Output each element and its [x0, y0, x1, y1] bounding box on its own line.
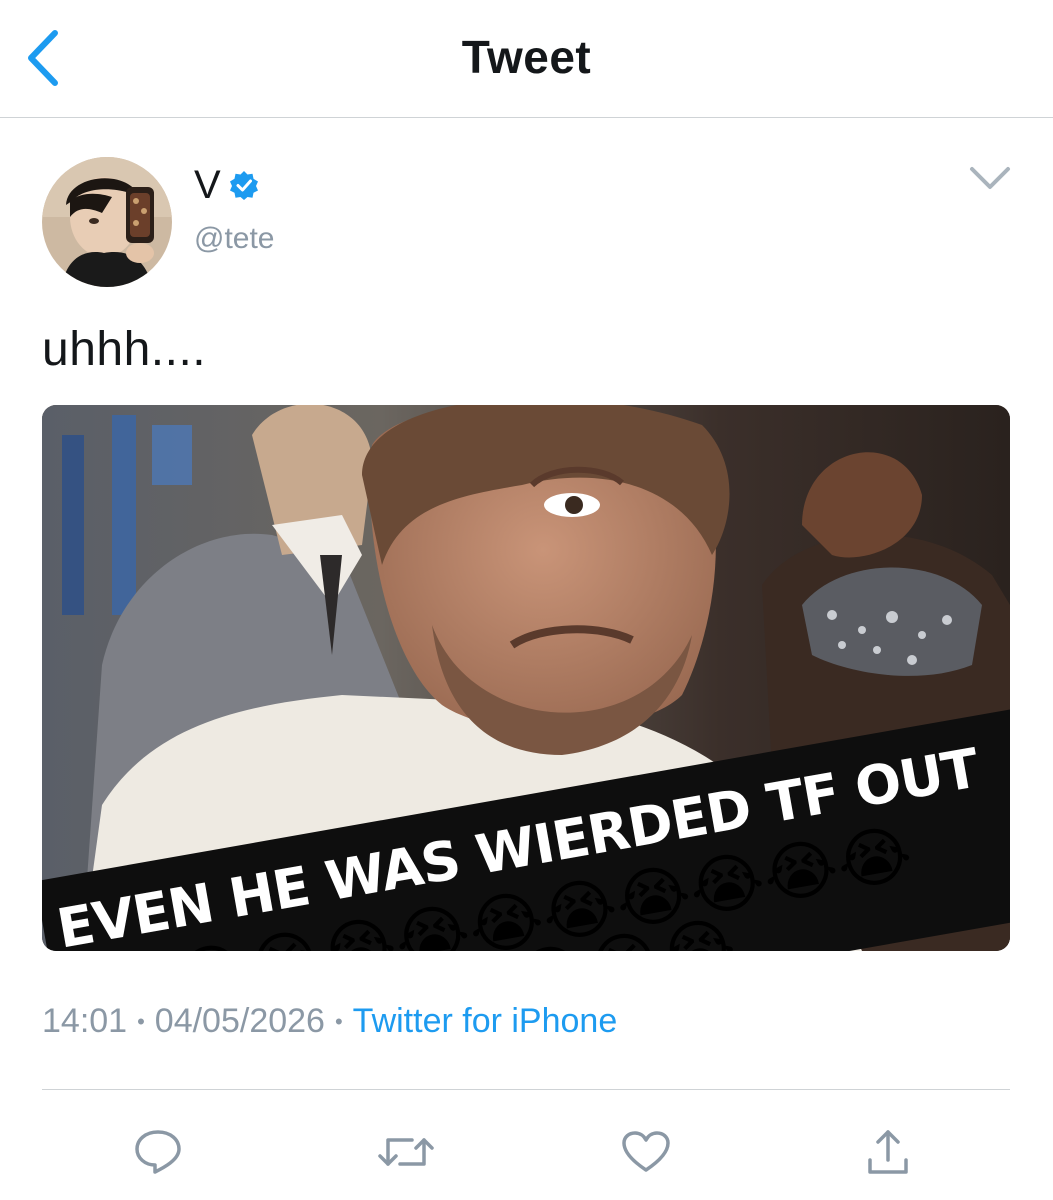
tweet-text: uhhh....	[42, 323, 207, 376]
tweet-source-link[interactable]: Twitter for iPhone	[353, 1002, 618, 1041]
tweet-time: 14:01	[42, 1002, 128, 1040]
page-title: Tweet	[461, 31, 592, 83]
divider	[42, 1089, 1010, 1090]
meta-separator: •	[334, 1008, 343, 1034]
display-name: V	[194, 162, 221, 207]
avatar[interactable]	[42, 157, 172, 287]
verified-badge-icon	[229, 171, 258, 200]
chevron-down-icon	[970, 167, 1010, 189]
nav-header: Tweet	[0, 0, 1053, 118]
meme-caption-band: EVEN HE WAS WIERDED TF OUT 😭😭😭😭😭😭😭😭😭😭 😭😭…	[42, 675, 1010, 951]
tweet-media[interactable]: EVEN HE WAS WIERDED TF OUT 😭😭😭😭😭😭😭😭😭😭 😭😭…	[42, 405, 1010, 951]
reply-button[interactable]	[128, 1122, 188, 1182]
share-button[interactable]	[858, 1122, 918, 1182]
tweet-detail-screen: Tweet V @tete uhhh.... EVEN HE WAS WIERD…	[0, 0, 1053, 1200]
avatar-image	[42, 157, 172, 287]
reply-icon	[135, 1130, 181, 1174]
tweet-date: 04/05/2026	[154, 1002, 325, 1040]
tweet-meta: 14:01 • 04/05/2026 • Twitter for iPhone	[42, 1002, 617, 1041]
author-handle[interactable]: @tete	[194, 222, 275, 256]
share-icon	[868, 1130, 908, 1174]
retweet-icon	[378, 1138, 434, 1166]
meta-separator: •	[137, 1008, 145, 1034]
author-name-row[interactable]: V	[194, 163, 259, 207]
like-button[interactable]	[616, 1122, 676, 1182]
more-options-button[interactable]	[962, 158, 1018, 198]
retweet-button[interactable]	[376, 1122, 436, 1182]
meme-caption: EVEN HE WAS WIERDED TF OUT 😭😭😭😭😭😭😭😭😭😭 😭😭…	[42, 704, 1010, 951]
heart-icon	[622, 1131, 670, 1172]
